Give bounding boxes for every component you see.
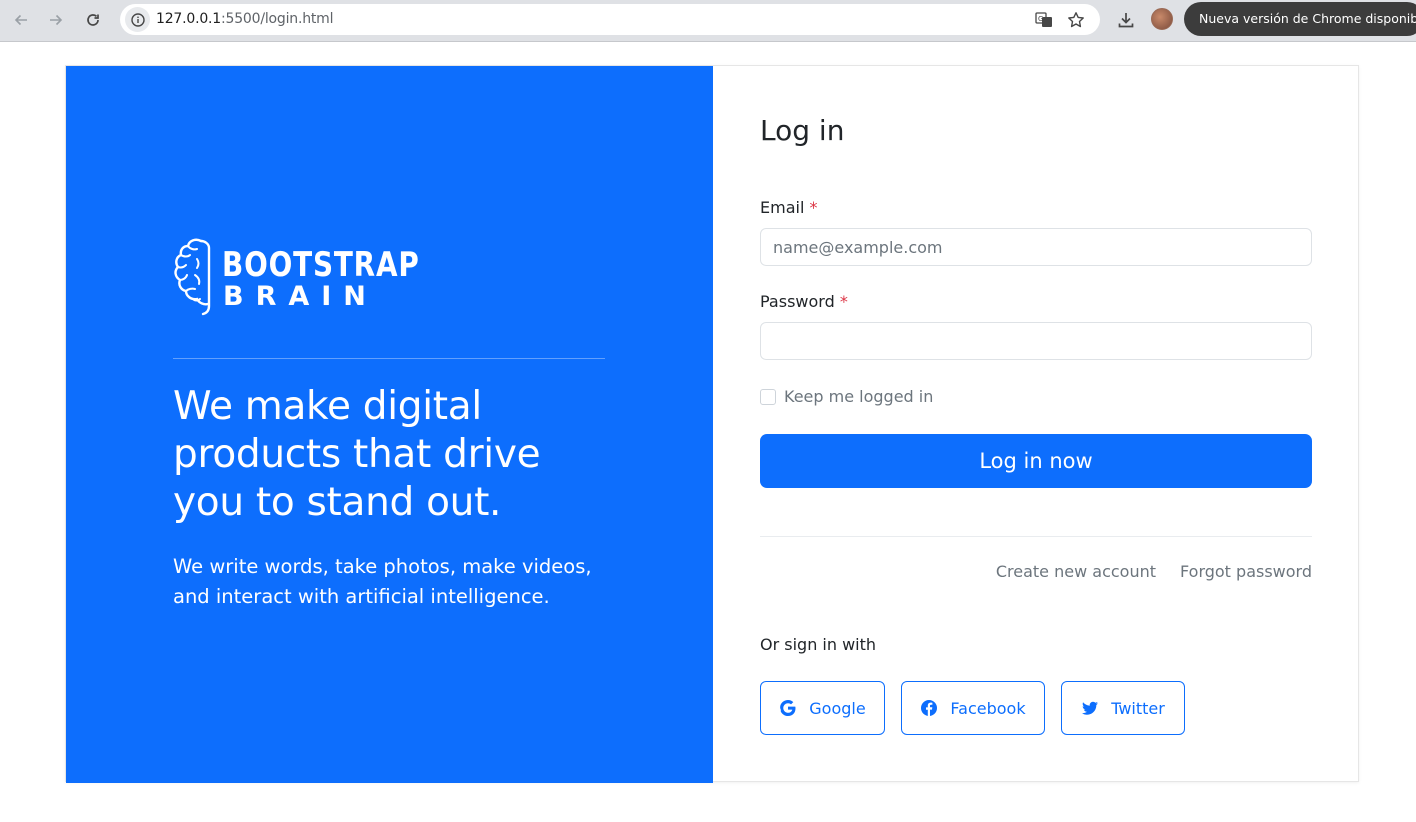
- forward-button[interactable]: [42, 6, 70, 34]
- url-text: 127.0.0.1:5500/login.html: [156, 11, 334, 27]
- brain-icon: [174, 238, 211, 316]
- remember-me-checkbox[interactable]: [760, 388, 776, 405]
- login-form: Log in Email * Password * Keep me logged…: [713, 66, 1360, 783]
- email-label-text: Email: [760, 198, 805, 217]
- form-title: Log in: [760, 114, 845, 147]
- bookmark-button[interactable]: [1066, 10, 1086, 30]
- google-icon: [780, 700, 796, 716]
- twitter-label: Twitter: [1111, 698, 1165, 718]
- account-links: Create new account Forgot password: [996, 562, 1312, 581]
- remember-me-row[interactable]: Keep me logged in: [760, 387, 933, 406]
- form-divider: [760, 536, 1312, 537]
- create-account-link[interactable]: Create new account: [996, 562, 1156, 581]
- reload-icon: [87, 14, 99, 26]
- downloads-button[interactable]: [1114, 8, 1138, 32]
- password-label: Password *: [760, 292, 848, 311]
- facebook-icon: [921, 700, 938, 716]
- password-label-text: Password: [760, 292, 835, 311]
- google-signin-button[interactable]: Google: [760, 681, 885, 735]
- hero-divider: [173, 358, 605, 359]
- hero-headline: We make digital products that drive you …: [173, 384, 541, 525]
- social-signin-heading: Or sign in with: [760, 635, 877, 654]
- url-path: :5500/login.html: [221, 11, 334, 27]
- facebook-signin-button[interactable]: Facebook: [901, 681, 1045, 735]
- back-button[interactable]: [7, 6, 35, 34]
- email-label: Email *: [760, 198, 817, 217]
- forward-icon: [50, 14, 63, 26]
- email-required-marker: *: [809, 198, 818, 217]
- reload-button[interactable]: [79, 6, 107, 34]
- google-label: Google: [809, 698, 866, 718]
- password-required-marker: *: [839, 292, 848, 311]
- remember-me-label[interactable]: Keep me logged in: [784, 387, 933, 406]
- password-field[interactable]: [760, 322, 1312, 360]
- twitter-signin-button[interactable]: Twitter: [1061, 681, 1185, 735]
- translate-button[interactable]: G: [1034, 10, 1054, 30]
- brand-logo: BOOTSTRAP BRAIN: [173, 237, 423, 319]
- profile-avatar[interactable]: [1151, 8, 1173, 30]
- facebook-label: Facebook: [950, 698, 1026, 718]
- svg-text:G: G: [1038, 15, 1043, 23]
- hero-panel: BOOTSTRAP BRAIN We make digital products…: [66, 66, 713, 783]
- address-bar[interactable]: 127.0.0.1:5500/login.html G: [120, 4, 1100, 35]
- chrome-update-button[interactable]: Nueva versión de Chrome disponible: [1184, 2, 1416, 36]
- login-card: BOOTSTRAP BRAIN We make digital products…: [65, 65, 1360, 783]
- forgot-password-link[interactable]: Forgot password: [1180, 562, 1312, 581]
- email-field[interactable]: [760, 228, 1312, 266]
- logo-text-bootstrap: BOOTSTRAP: [222, 245, 420, 285]
- browser-toolbar: 127.0.0.1:5500/login.html G Nueva versió…: [0, 0, 1416, 42]
- bookmark-star-icon: [1068, 12, 1084, 28]
- twitter-icon: [1082, 701, 1099, 715]
- logo-text-brain: BRAIN: [223, 281, 378, 312]
- site-info-button[interactable]: [125, 7, 150, 32]
- back-icon: [14, 14, 27, 26]
- site-info-icon: [130, 12, 145, 27]
- url-host: 127.0.0.1: [156, 11, 221, 27]
- download-icon: [1118, 13, 1134, 28]
- login-button[interactable]: Log in now: [760, 434, 1312, 488]
- hero-subline: We write words, take photos, make videos…: [173, 555, 592, 608]
- translate-icon: G: [1035, 12, 1052, 27]
